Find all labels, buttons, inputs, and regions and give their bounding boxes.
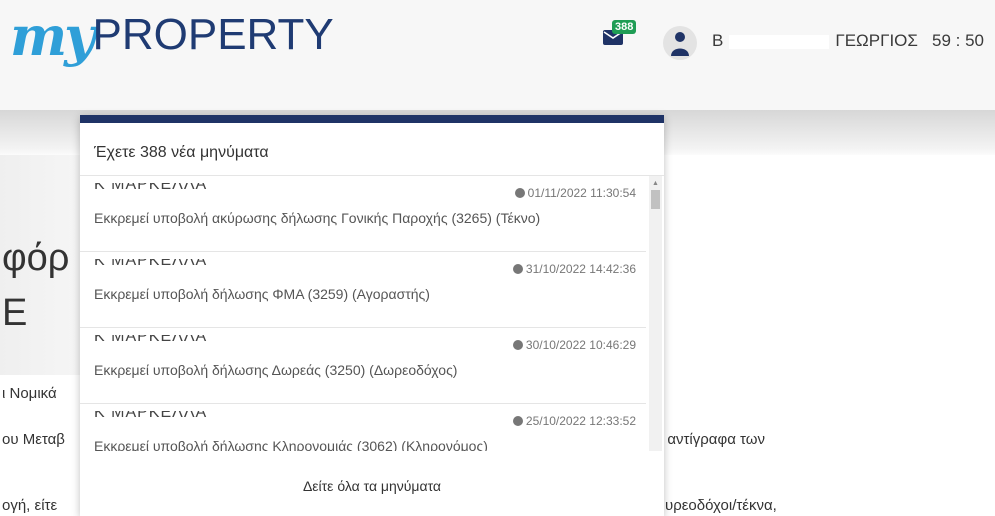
notification-sender: Κ ΜΑΡΚΕΛΛΑ bbox=[94, 259, 208, 268]
body-text-line2: ου Μεταβ bbox=[2, 431, 65, 448]
notification-item[interactable]: Κ ΜΑΡΚΕΛΛΑ 30/10/2022 10:46:29 Εκκρεμεί … bbox=[80, 328, 646, 404]
notification-sender: Κ ΜΑΡΚΕΛΛΑ bbox=[94, 183, 208, 192]
clock-icon bbox=[514, 188, 525, 198]
scroll-up-arrow-icon[interactable]: ▲ bbox=[652, 180, 659, 187]
session-timer: 59 : 50 bbox=[932, 31, 984, 50]
notification-message: Εκκρεμεί υποβολή δήλωσης ΦΜΑ (3259) (Αγο… bbox=[94, 286, 430, 302]
notification-date: 01/11/2022 11:30:54 bbox=[514, 186, 636, 200]
user-last-name: ΓΕΩΡΓΙΟΣ bbox=[835, 31, 918, 50]
clock-icon bbox=[512, 340, 523, 350]
notification-item[interactable]: Κ ΜΑΡΚΕΛΛΑ 25/10/2022 12:33:52 Εκκρεμεί … bbox=[80, 404, 646, 451]
body-text-line1: ι Νομικά bbox=[2, 385, 57, 402]
notification-date-text: 25/10/2022 12:33:52 bbox=[525, 414, 636, 428]
top-header: myPROPERTY 388 Β ΓΕΩΡΓΙΟΣ 59 : 50 bbox=[0, 0, 995, 110]
notification-message: Εκκρεμεί υποβολή δήλωσης Κληρονομιάς (30… bbox=[94, 438, 488, 451]
body-text-line3-right: υρεοδόχοι/τέκνα, bbox=[665, 497, 777, 514]
page: myPROPERTY 388 Β ΓΕΩΡΓΙΟΣ 59 : 50 φόρ Ε ι… bbox=[0, 0, 995, 516]
page-heading-line1: φόρ bbox=[2, 237, 70, 279]
notification-scrollbar[interactable]: ▲ bbox=[649, 176, 662, 451]
redacted-name-block bbox=[729, 34, 830, 49]
notifications-title: Έχετε 388 νέα μηνύματα bbox=[94, 144, 269, 161]
user-first-initial: Β bbox=[712, 31, 724, 50]
notification-date-text: 01/11/2022 11:30:54 bbox=[527, 186, 636, 200]
scroll-thumb[interactable] bbox=[651, 190, 660, 209]
notification-message: Εκκρεμεί υποβολή δήλωσης Δωρεάς (3250) (… bbox=[94, 362, 458, 378]
notification-date: 31/10/2022 14:42:36 bbox=[512, 262, 636, 276]
user-icon[interactable] bbox=[663, 26, 697, 60]
body-text-line3: ογή, είτε bbox=[2, 497, 58, 514]
notification-item[interactable]: Κ ΜΑΡΚΕΛΛΑ 31/10/2022 14:42:36 Εκκρεμεί … bbox=[80, 252, 646, 328]
notification-list[interactable]: Κ ΜΑΡΚΕΛΛΑ 01/11/2022 11:30:54 Εκκρεμεί … bbox=[80, 176, 664, 451]
unread-count-badge[interactable]: 388 bbox=[612, 20, 637, 34]
notification-date: 25/10/2022 12:33:52 bbox=[512, 414, 636, 428]
notification-date: 30/10/2022 10:46:29 bbox=[512, 338, 636, 352]
clock-icon bbox=[512, 264, 523, 274]
myproperty-logo[interactable]: myPROPERTY bbox=[10, 4, 334, 68]
notification-sender: Κ ΜΑΡΚΕΛΛΑ bbox=[94, 411, 208, 420]
logo-property-text: PROPERTY bbox=[92, 10, 334, 59]
body-text-line2-right: ΄/ αντίγραφα των bbox=[654, 431, 765, 448]
logo-my-text: my bbox=[10, 4, 95, 68]
notification-item[interactable]: Κ ΜΑΡΚΕΛΛΑ 01/11/2022 11:30:54 Εκκρεμεί … bbox=[80, 176, 646, 252]
page-heading-line2: Ε bbox=[2, 292, 28, 334]
notifications-dropdown: Έχετε 388 νέα μηνύματα Κ ΜΑΡΚΕΛΛΑ 01/11/… bbox=[80, 115, 664, 516]
notification-message: Εκκρεμεί υποβολή ακύρωσης δήλωσης Γονική… bbox=[94, 210, 541, 226]
notification-date-text: 31/10/2022 14:42:36 bbox=[525, 262, 636, 276]
notification-date-text: 30/10/2022 10:46:29 bbox=[525, 338, 636, 352]
view-all-messages-link[interactable]: Δείτε όλα τα μηνύματα bbox=[80, 478, 664, 494]
user-name[interactable]: Β ΓΕΩΡΓΙΟΣ bbox=[712, 31, 918, 51]
clock-icon bbox=[512, 416, 523, 426]
notification-sender: Κ ΜΑΡΚΕΛΛΑ bbox=[94, 335, 208, 344]
